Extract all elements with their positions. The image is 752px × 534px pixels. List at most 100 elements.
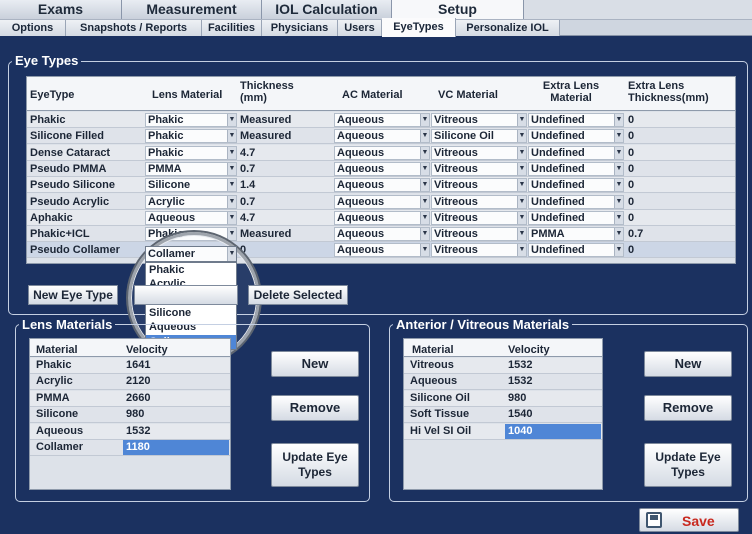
- lens-material-select-open[interactable]: Collamer ▼: [145, 246, 237, 262]
- thickness-value[interactable]: 4.7: [240, 211, 330, 225]
- chevron-down-icon[interactable]: ▼: [420, 146, 429, 159]
- chevron-down-icon[interactable]: ▼: [517, 162, 526, 175]
- eye-type-name[interactable]: Pseudo PMMA: [30, 162, 142, 176]
- vc-material-select[interactable]: Vitreous ▼: [431, 210, 527, 225]
- chevron-down-icon[interactable]: ▼: [420, 228, 429, 241]
- chevron-down-icon[interactable]: ▼: [420, 162, 429, 175]
- subtab-personalize-iol[interactable]: Personalize IOL: [456, 20, 560, 36]
- extra-lens-thickness-value[interactable]: 0: [628, 146, 728, 160]
- subtab-options[interactable]: Options: [0, 20, 66, 36]
- chevron-down-icon[interactable]: ▼: [614, 130, 623, 143]
- material-velocity[interactable]: 1641: [123, 358, 229, 373]
- delete-selected-button[interactable]: Delete Selected: [248, 285, 348, 305]
- material-velocity[interactable]: 1040: [505, 423, 601, 439]
- ac-material-select[interactable]: Aqueous ▼: [334, 129, 430, 144]
- lens-new-button[interactable]: New: [271, 351, 359, 377]
- eye-type-name[interactable]: Pseudo Silicone: [30, 178, 142, 192]
- chevron-down-icon[interactable]: ▼: [614, 195, 623, 208]
- chevron-down-icon[interactable]: ▼: [227, 228, 236, 241]
- material-velocity[interactable]: 2660: [123, 391, 229, 406]
- thickness-value[interactable]: Measured: [240, 227, 330, 241]
- lens-material-select[interactable]: Phakic ▼: [145, 129, 237, 144]
- extra-lens-thickness-value[interactable]: 0: [628, 129, 728, 143]
- eye-type-name[interactable]: Phakic: [30, 113, 142, 127]
- chevron-down-icon[interactable]: ▼: [420, 244, 429, 257]
- tab-measurement[interactable]: Measurement: [122, 0, 262, 19]
- chevron-down-icon[interactable]: ▼: [420, 179, 429, 192]
- chevron-down-icon[interactable]: ▼: [614, 179, 623, 192]
- chevron-down-icon[interactable]: ▼: [517, 179, 526, 192]
- chevron-down-icon[interactable]: ▼: [614, 211, 623, 224]
- extra-lens-material-select[interactable]: PMMA ▼: [528, 227, 624, 242]
- thickness-value[interactable]: 0.7: [240, 162, 330, 176]
- eye-type-name[interactable]: Phakic+ICL: [30, 227, 142, 241]
- chevron-down-icon[interactable]: ▼: [420, 195, 429, 208]
- thickness-value[interactable]: 0: [240, 243, 330, 257]
- hidden-middle-button[interactable]: [134, 285, 238, 305]
- av-remove-button[interactable]: Remove: [644, 395, 732, 421]
- extra-lens-thickness-value[interactable]: 0: [628, 162, 728, 176]
- lens-material-select[interactable]: Aqueous ▼: [145, 210, 237, 225]
- extra-lens-material-select[interactable]: Undefined ▼: [528, 113, 624, 127]
- chevron-down-icon[interactable]: ▼: [227, 247, 236, 261]
- ac-material-select[interactable]: Aqueous ▼: [334, 227, 430, 242]
- vc-material-select[interactable]: Silicone Oil ▼: [431, 129, 527, 144]
- vc-material-select[interactable]: Vitreous ▼: [431, 243, 527, 258]
- chevron-down-icon[interactable]: ▼: [420, 114, 429, 126]
- extra-lens-thickness-value[interactable]: 0: [628, 243, 728, 257]
- chevron-down-icon[interactable]: ▼: [517, 211, 526, 224]
- chevron-down-icon[interactable]: ▼: [517, 130, 526, 143]
- subtab-users[interactable]: Users: [338, 20, 382, 36]
- ac-material-select[interactable]: Aqueous ▼: [334, 161, 430, 176]
- extra-lens-thickness-value[interactable]: 0: [628, 178, 728, 192]
- chevron-down-icon[interactable]: ▼: [614, 114, 623, 126]
- extra-lens-material-select[interactable]: Undefined ▼: [528, 129, 624, 144]
- extra-lens-material-select[interactable]: Undefined ▼: [528, 145, 624, 160]
- dropdown-option[interactable]: Phakic: [146, 263, 236, 277]
- eye-type-name[interactable]: Dense Cataract: [30, 146, 142, 160]
- lens-update-eye-types-button[interactable]: Update Eye Types: [271, 443, 359, 487]
- subtab-eyetypes[interactable]: EyeTypes: [382, 18, 456, 37]
- ac-material-select[interactable]: Aqueous ▼: [334, 113, 430, 127]
- ac-material-select[interactable]: Aqueous ▼: [334, 210, 430, 225]
- chevron-down-icon[interactable]: ▼: [227, 146, 236, 159]
- chevron-down-icon[interactable]: ▼: [517, 195, 526, 208]
- material-velocity[interactable]: 1532: [505, 374, 601, 389]
- chevron-down-icon[interactable]: ▼: [517, 146, 526, 159]
- material-velocity[interactable]: 980: [123, 407, 229, 422]
- extra-lens-material-select[interactable]: Undefined ▼: [528, 178, 624, 193]
- extra-lens-thickness-value[interactable]: 0.7: [628, 227, 728, 241]
- material-velocity[interactable]: 2120: [123, 374, 229, 389]
- chevron-down-icon[interactable]: ▼: [517, 114, 526, 126]
- ac-material-select[interactable]: Aqueous ▼: [334, 243, 430, 258]
- chevron-down-icon[interactable]: ▼: [227, 114, 236, 126]
- chevron-down-icon[interactable]: ▼: [517, 228, 526, 241]
- extra-lens-material-select[interactable]: Undefined ▼: [528, 194, 624, 209]
- lens-material-select[interactable]: Acrylic ▼: [145, 194, 237, 209]
- vc-material-select[interactable]: Vitreous ▼: [431, 178, 527, 193]
- save-button[interactable]: Save: [639, 508, 739, 532]
- lens-material-select[interactable]: Silicone ▼: [145, 178, 237, 193]
- extra-lens-thickness-value[interactable]: 0: [628, 113, 728, 127]
- eye-type-name[interactable]: Pseudo Collamer: [30, 243, 142, 257]
- vc-material-select[interactable]: Vitreous ▼: [431, 161, 527, 176]
- eye-type-name[interactable]: Pseudo Acrylic: [30, 195, 142, 209]
- thickness-value[interactable]: Measured: [240, 113, 330, 127]
- vc-material-select[interactable]: Vitreous ▼: [431, 113, 527, 127]
- ac-material-select[interactable]: Aqueous ▼: [334, 145, 430, 160]
- thickness-value[interactable]: 0.7: [240, 195, 330, 209]
- chevron-down-icon[interactable]: ▼: [227, 162, 236, 175]
- chevron-down-icon[interactable]: ▼: [614, 146, 623, 159]
- av-new-button[interactable]: New: [644, 351, 732, 377]
- lens-remove-button[interactable]: Remove: [271, 395, 359, 421]
- dropdown-option[interactable]: Silicone: [146, 306, 236, 320]
- ac-material-select[interactable]: Aqueous ▼: [334, 178, 430, 193]
- thickness-value[interactable]: 4.7: [240, 146, 330, 160]
- new-eye-type-button[interactable]: New Eye Type: [28, 285, 118, 305]
- subtab-physicians[interactable]: Physicians: [262, 20, 338, 36]
- subtab-facilities[interactable]: Facilities: [202, 20, 262, 36]
- eye-type-name[interactable]: Silicone Filled: [30, 129, 142, 143]
- chevron-down-icon[interactable]: ▼: [420, 211, 429, 224]
- lens-material-select[interactable]: Phakic ▼: [145, 113, 237, 127]
- extra-lens-thickness-value[interactable]: 0: [628, 195, 728, 209]
